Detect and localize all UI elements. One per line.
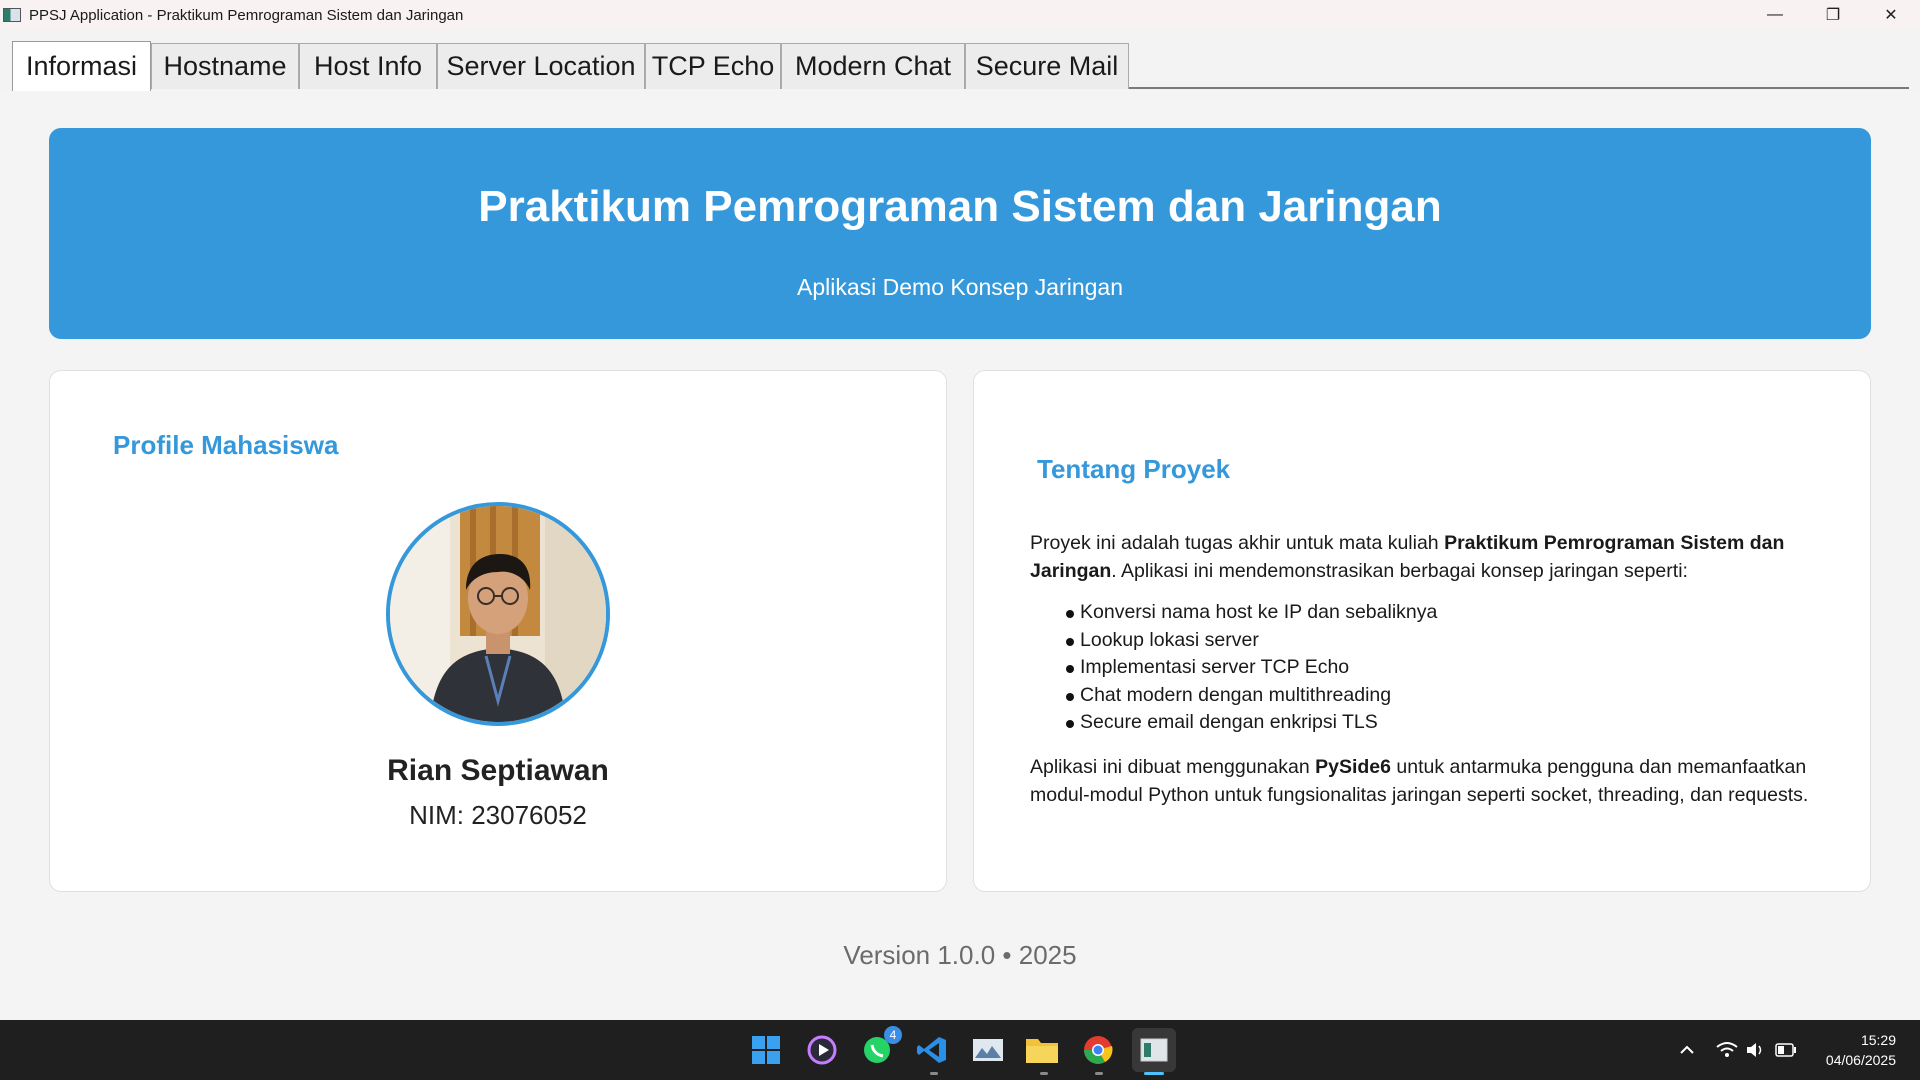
tab-tcp-echo[interactable]: TCP Echo bbox=[645, 43, 781, 89]
profile-heading: Profile Mahasiswa bbox=[113, 430, 339, 460]
about-intro: Proyek ini adalah tugas akhir untuk mata… bbox=[1030, 532, 1785, 582]
app-icon bbox=[3, 8, 21, 22]
profile-photo bbox=[390, 506, 606, 722]
header-banner: Praktikum Pemrograman Sistem dan Jaringa… bbox=[49, 128, 1871, 339]
list-item: Lookup lokasi server bbox=[1066, 627, 1830, 655]
feature-list: Konversi nama host ke IP dan sebaliknya … bbox=[1066, 599, 1830, 737]
banner-subtitle: Aplikasi Demo Konsep Jaringan bbox=[796, 274, 1123, 300]
whatsapp-badge: 4 bbox=[884, 1026, 902, 1044]
tab-server-location[interactable]: Server Location bbox=[437, 43, 645, 89]
battery-icon[interactable] bbox=[1775, 1043, 1797, 1057]
clock-time: 15:29 bbox=[1860, 1032, 1896, 1048]
tab-content-informasi: Praktikum Pemrograman Sistem dan Jaringa… bbox=[0, 90, 1920, 1020]
ppsj-app-icon[interactable] bbox=[1132, 1028, 1176, 1072]
about-card: Tentang Proyek Proyek ini adalah tugas a… bbox=[973, 370, 1871, 892]
minimize-button[interactable]: — bbox=[1746, 0, 1804, 30]
avatar bbox=[386, 502, 610, 726]
list-item: Chat modern dengan multithreading bbox=[1066, 682, 1830, 710]
explorer-running-indicator bbox=[1040, 1072, 1048, 1075]
media-player-icon[interactable] bbox=[804, 1032, 840, 1068]
tab-modern-chat[interactable]: Modern Chat bbox=[781, 43, 965, 89]
list-item: Implementasi server TCP Echo bbox=[1066, 654, 1830, 682]
window-titlebar: PPSJ Application - Praktikum Pemrograman… bbox=[0, 0, 1920, 30]
system-tray bbox=[1678, 1020, 1696, 1080]
chrome-running-indicator bbox=[1095, 1072, 1103, 1075]
student-nim: NIM: 23076052 bbox=[409, 800, 587, 830]
tab-secure-mail[interactable]: Secure Mail bbox=[965, 43, 1129, 89]
profile-card: Profile Mahasiswa Rian Septiawan NIM: 23… bbox=[49, 370, 947, 892]
about-outro: Aplikasi ini dibuat menggunakan PySide6 … bbox=[1030, 755, 1809, 806]
photos-icon[interactable] bbox=[970, 1032, 1006, 1068]
vscode-icon[interactable] bbox=[914, 1032, 950, 1068]
vscode-running-indicator bbox=[930, 1072, 938, 1075]
list-item: Konversi nama host ke IP dan sebaliknya bbox=[1066, 599, 1830, 627]
active-app-indicator bbox=[1144, 1072, 1164, 1075]
volume-icon[interactable] bbox=[1745, 1041, 1765, 1059]
about-heading: Tentang Proyek bbox=[1037, 454, 1231, 484]
wifi-icon[interactable] bbox=[1716, 1041, 1738, 1059]
whatsapp-icon[interactable]: 4 bbox=[860, 1026, 902, 1068]
windows-start-icon[interactable] bbox=[748, 1032, 784, 1068]
version-label: Version 1.0.0 • 2025 bbox=[843, 940, 1077, 970]
tab-informasi[interactable]: Informasi bbox=[12, 41, 151, 91]
file-explorer-icon[interactable] bbox=[1024, 1032, 1060, 1068]
tab-host-info[interactable]: Host Info bbox=[299, 43, 437, 89]
window-title: PPSJ Application - Praktikum Pemrograman… bbox=[29, 6, 464, 24]
clock-date: 04/06/2025 bbox=[1825, 1052, 1896, 1068]
about-text: Proyek ini adalah tugas akhir untuk mata… bbox=[1030, 529, 1830, 809]
close-button[interactable]: ✕ bbox=[1862, 0, 1920, 30]
tab-bar: Informasi Hostname Host Info Server Loca… bbox=[12, 41, 1909, 91]
taskbar: 4 15:29 04/06/2025 bbox=[0, 1020, 1920, 1080]
list-item: Secure email dengan enkripsi TLS bbox=[1066, 709, 1830, 737]
window-controls: — ❐ ✕ bbox=[1746, 0, 1920, 30]
tab-hostname[interactable]: Hostname bbox=[151, 43, 299, 89]
system-clock[interactable]: 15:29 04/06/2025 bbox=[1826, 1030, 1896, 1070]
chrome-icon[interactable] bbox=[1080, 1032, 1116, 1068]
restore-button[interactable]: ❐ bbox=[1804, 0, 1862, 30]
tray-overflow-icon[interactable] bbox=[1678, 1041, 1696, 1059]
banner-title: Praktikum Pemrograman Sistem dan Jaringa… bbox=[478, 182, 1442, 231]
student-name: Rian Septiawan bbox=[387, 754, 609, 787]
